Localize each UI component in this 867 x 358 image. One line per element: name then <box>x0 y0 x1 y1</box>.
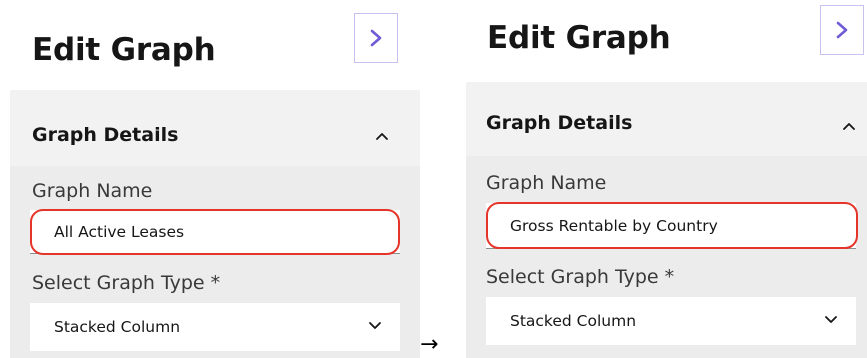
graph-details-title: Graph Details <box>32 124 179 146</box>
graph-type-select[interactable]: Stacked Column <box>30 303 400 351</box>
chevron-down-icon <box>824 312 838 330</box>
expand-panel-button[interactable] <box>820 5 864 55</box>
after-panel: Edit Graph Graph Details Graph Name Gros… <box>458 0 867 358</box>
chevron-up-icon[interactable] <box>842 118 856 136</box>
page-title: Edit Graph <box>32 32 216 68</box>
chevron-right-icon <box>834 20 850 40</box>
graph-name-label: Graph Name <box>32 180 153 202</box>
graph-type-label: Select Graph Type * <box>486 266 675 288</box>
chevron-up-icon[interactable] <box>375 128 389 146</box>
graph-details-title: Graph Details <box>486 112 633 134</box>
graph-type-select[interactable]: Stacked Column <box>486 297 856 345</box>
graph-details-section: Graph Details Graph Name All Active Leas… <box>10 90 420 358</box>
graph-name-input[interactable]: All Active Leases <box>30 210 400 254</box>
graph-type-value: Stacked Column <box>54 318 181 336</box>
before-panel: Edit Graph Graph Details Graph Name All … <box>0 0 420 358</box>
graph-name-label: Graph Name <box>486 172 607 194</box>
graph-details-section: Graph Details Graph Name Gross Rentable … <box>466 82 867 358</box>
graph-type-value: Stacked Column <box>510 312 637 330</box>
graph-name-value: All Active Leases <box>54 222 185 241</box>
transition-arrow: → <box>420 332 439 357</box>
graph-details-body: Graph Name Gross Rentable by Country Sel… <box>466 156 867 358</box>
graph-details-header[interactable]: Graph Details <box>10 90 420 166</box>
page-title: Edit Graph <box>487 20 671 56</box>
graph-details-header[interactable]: Graph Details <box>466 82 867 156</box>
chevron-right-icon <box>368 28 384 48</box>
chevron-down-icon <box>368 318 382 336</box>
graph-name-input[interactable]: Gross Rentable by Country <box>486 203 856 249</box>
graph-details-body: Graph Name All Active Leases Select Grap… <box>10 166 420 358</box>
expand-panel-button[interactable] <box>354 13 398 63</box>
graph-type-label: Select Graph Type * <box>32 272 221 294</box>
graph-name-value: Gross Rentable by Country <box>510 216 718 235</box>
